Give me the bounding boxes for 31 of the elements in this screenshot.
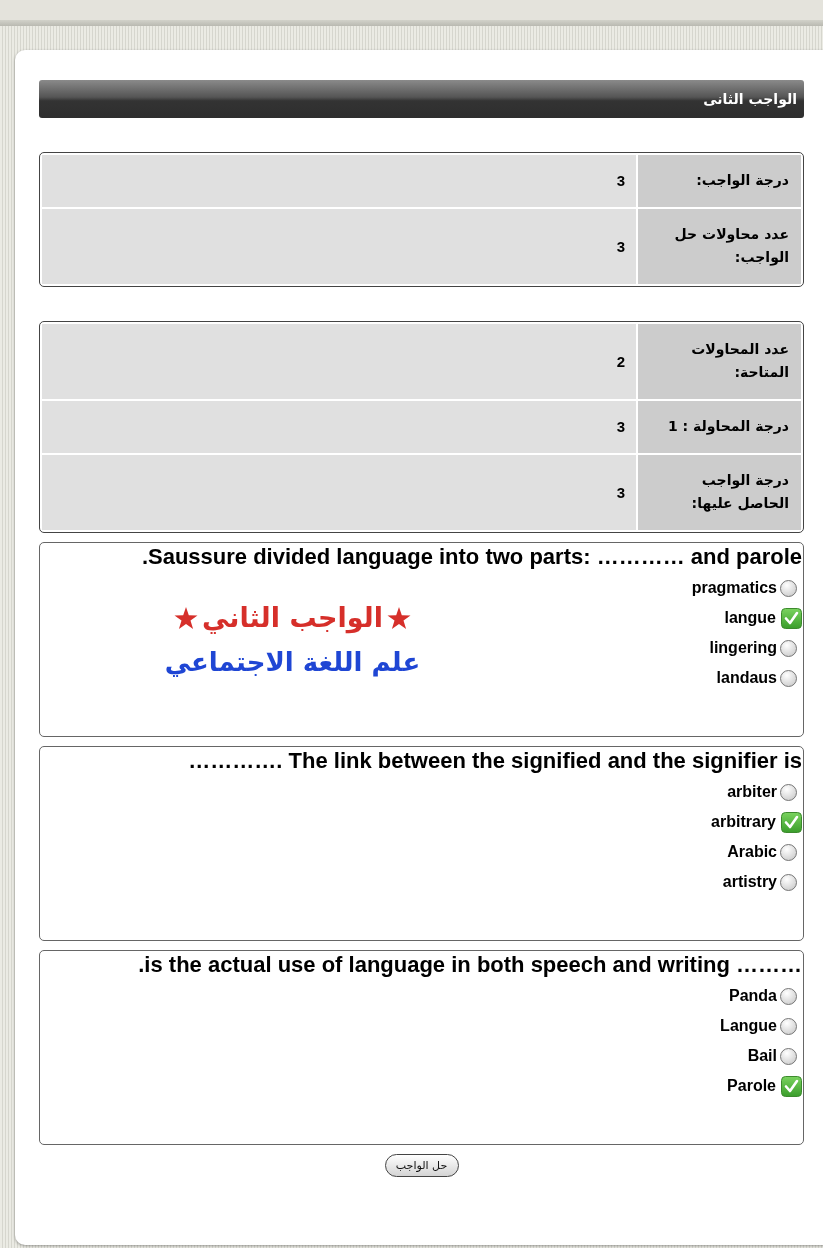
answer-option[interactable]: Bail (747, 1044, 802, 1068)
answer-option[interactable]: arbitrary (711, 810, 802, 834)
star-icon (174, 607, 198, 629)
question-text: .is the actual use of language in both speech and writing ……… (137, 952, 802, 978)
answer-option[interactable]: lingering (709, 636, 802, 660)
answer-option[interactable]: Parole (727, 1074, 802, 1098)
answer-option[interactable]: landaus (716, 666, 802, 690)
section-header: الواجب الثانى (39, 80, 804, 118)
field-value: 3 (42, 155, 636, 207)
field-value: 2 (42, 324, 636, 399)
submit-button[interactable]: حل الواجب (384, 1154, 459, 1177)
answer-option[interactable]: Panda (729, 984, 802, 1008)
field-value: 3 (42, 401, 636, 453)
answer-option[interactable]: pragmatics (691, 576, 802, 600)
answer-option[interactable]: Arabic (727, 840, 802, 864)
field-value: 3 (42, 209, 636, 284)
answer-option[interactable]: Langue (720, 1014, 802, 1038)
answer-option[interactable]: arbiter (727, 780, 802, 804)
field-label: درجة الواجب: (638, 155, 801, 207)
field-label: درجة الواجب الحاصل عليها: (638, 455, 801, 530)
field-value: 3 (42, 455, 636, 530)
field-label: درجة المحاولة : 1 (638, 401, 801, 453)
answer-option[interactable]: langue (724, 606, 802, 630)
banner-subtitle: علم اللغة الاجتماعي (164, 646, 421, 679)
answer-option[interactable]: artistry (722, 870, 802, 894)
banner-title: الواجب الثاني (202, 601, 383, 636)
field-label: عدد محاولات حل الواجب: (638, 209, 801, 284)
star-icon (387, 607, 411, 629)
question-text: …………. The link between the signified and the signifier is (187, 748, 802, 774)
field-label: عدد المحاولات المتاحة: (638, 324, 801, 399)
question-text: .Saussure divided language into two parts: ………… and parole (140, 544, 802, 570)
